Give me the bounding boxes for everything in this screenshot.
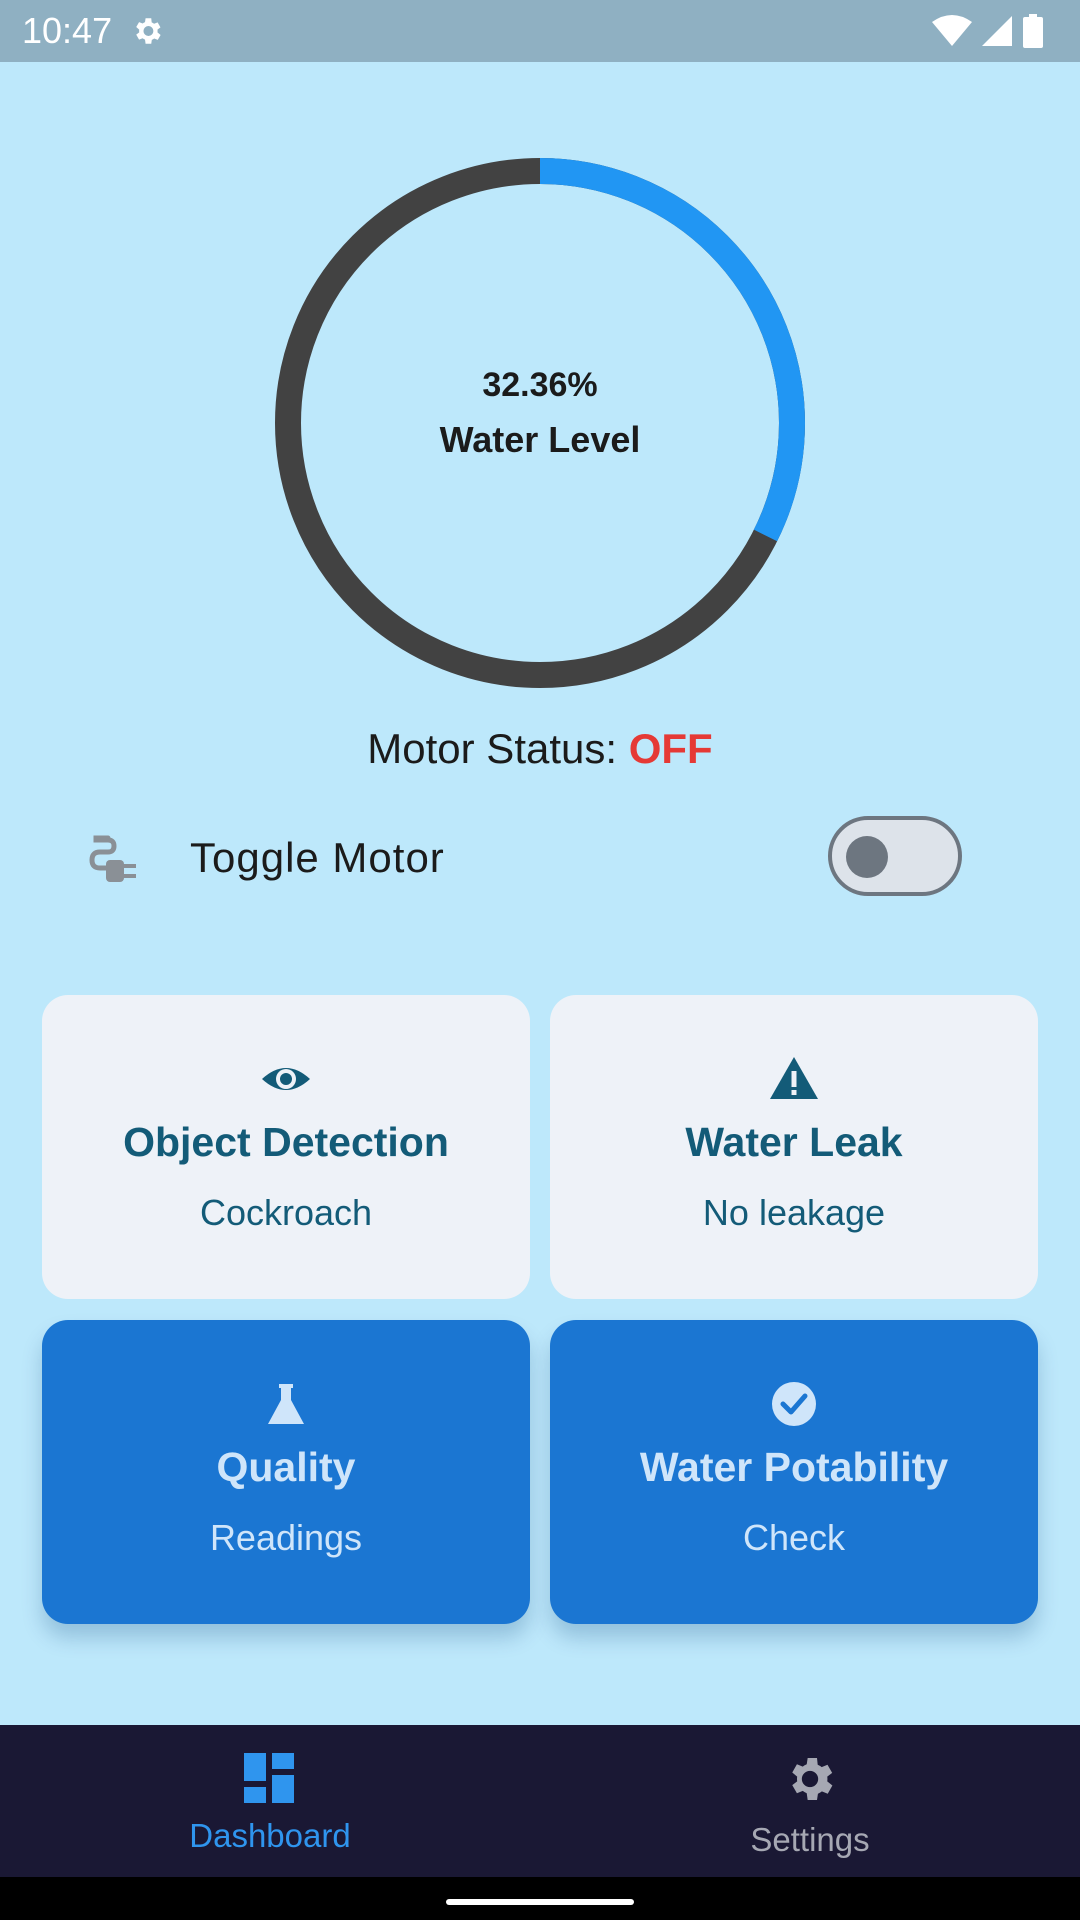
nav-label: Settings bbox=[750, 1821, 870, 1858]
motor-status-value: OFF bbox=[628, 725, 713, 772]
status-bar: 10:47 bbox=[0, 0, 1080, 62]
card-title: Water Leak bbox=[685, 1119, 903, 1165]
nav-settings[interactable]: Settings bbox=[540, 1725, 1080, 1877]
dashboard-icon bbox=[244, 1753, 294, 1803]
switch-knob bbox=[846, 836, 888, 878]
bottom-navigation: Dashboard Settings bbox=[0, 1725, 1080, 1877]
nav-label: Dashboard bbox=[189, 1817, 351, 1854]
water-level-label: Water Level bbox=[439, 418, 641, 460]
card-title: Quality bbox=[216, 1444, 356, 1490]
flask-icon bbox=[268, 1384, 304, 1424]
motor-status: Motor Status: OFF bbox=[0, 725, 1080, 773]
motor-toggle-switch[interactable] bbox=[828, 816, 962, 896]
home-indicator[interactable] bbox=[446, 1899, 634, 1905]
gear-icon bbox=[792, 1758, 833, 1800]
battery-icon bbox=[1023, 14, 1043, 48]
card-subtitle: Cockroach bbox=[199, 1192, 373, 1233]
status-time: 10:47 bbox=[22, 10, 113, 51]
toggle-motor-row: Toggle Motor bbox=[0, 810, 1080, 910]
settings-gear-icon bbox=[136, 18, 161, 44]
card-title: Water Potability bbox=[639, 1444, 949, 1490]
card-title: Object Detection bbox=[123, 1119, 449, 1165]
water-potability-card[interactable]: Water Potability Check bbox=[550, 1320, 1038, 1624]
card-subtitle: Check bbox=[742, 1517, 846, 1558]
water-leak-card[interactable]: Water Leak No leakage bbox=[550, 995, 1038, 1299]
gauge-center: 32.36% Water Level bbox=[275, 158, 805, 688]
water-level-percent: 32.36% bbox=[482, 365, 598, 404]
warning-icon bbox=[770, 1057, 818, 1099]
object-detection-card[interactable]: Object Detection Cockroach bbox=[42, 995, 530, 1299]
quality-card[interactable]: Quality Readings bbox=[42, 1320, 530, 1624]
nav-dashboard[interactable]: Dashboard bbox=[0, 1725, 540, 1877]
toggle-motor-label: Toggle Motor bbox=[190, 834, 445, 881]
card-subtitle: No leakage bbox=[702, 1192, 886, 1233]
motor-status-label: Motor Status: bbox=[367, 725, 629, 772]
gesture-bar bbox=[0, 1877, 1080, 1920]
card-subtitle: Readings bbox=[209, 1517, 363, 1558]
eye-icon bbox=[262, 1068, 310, 1090]
power-plug-icon bbox=[89, 835, 136, 882]
wifi-icon bbox=[932, 15, 972, 46]
check-circle-icon bbox=[772, 1382, 816, 1426]
signal-icon bbox=[982, 16, 1012, 46]
